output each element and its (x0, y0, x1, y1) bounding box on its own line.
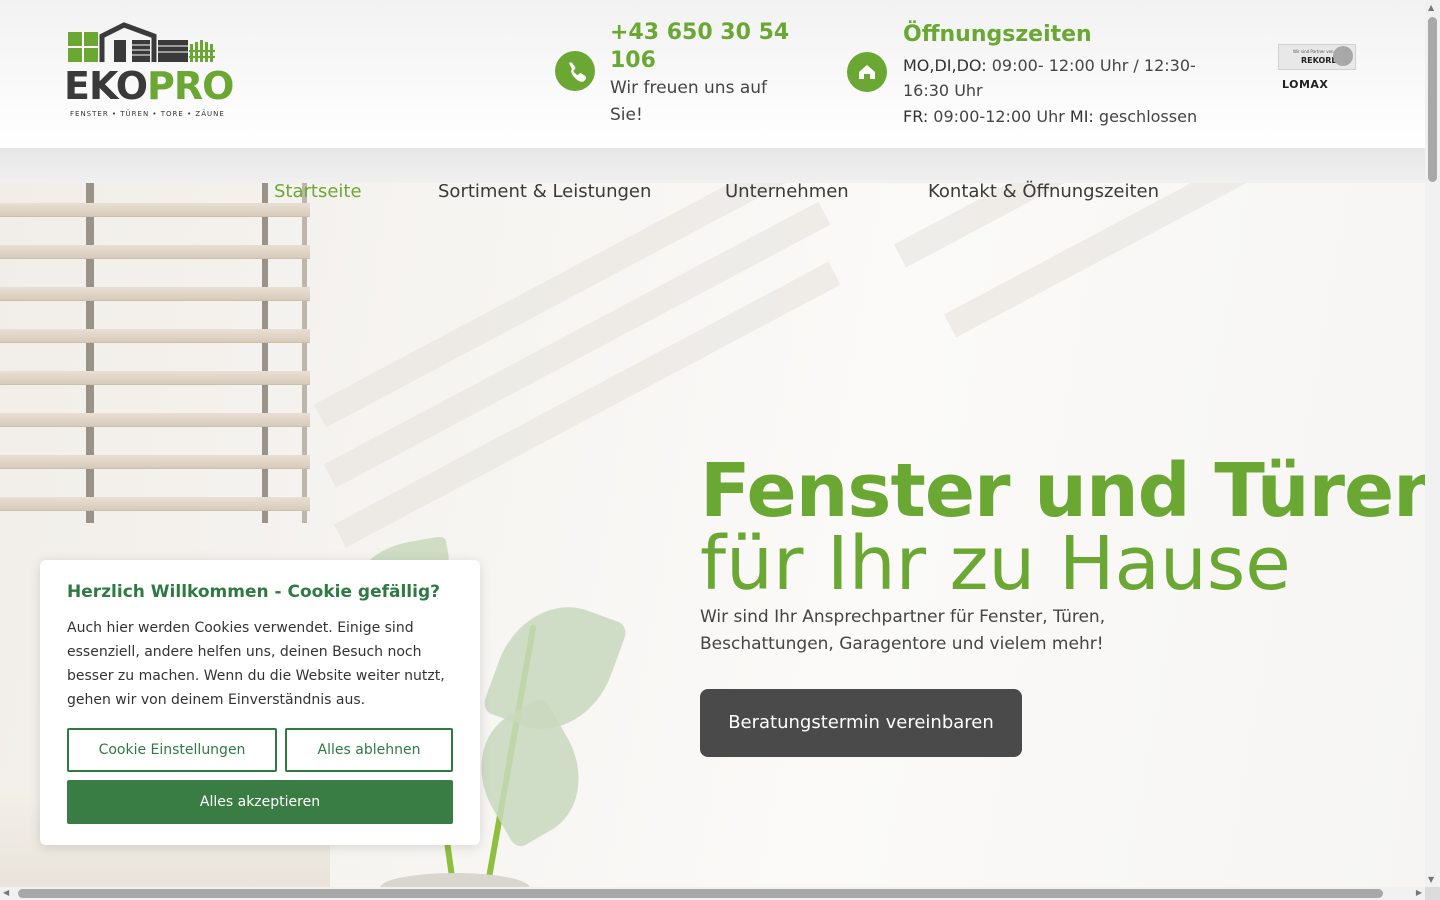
nav-item-sortiment[interactable]: Sortiment & Leistungen (438, 181, 651, 203)
nav-item-unternehmen[interactable]: Unternehmen (725, 181, 849, 203)
hours-value-3: geschlossen (1093, 107, 1198, 126)
main-navigation (0, 148, 1425, 183)
opening-hours-line-1: MO,DI,DO: 09:00- 12:00 Uhr / 12:30-16:30… (903, 53, 1203, 103)
reject-all-button[interactable]: Alles ablehnen (285, 728, 453, 772)
blind-slat (0, 497, 310, 511)
blind-slat (0, 203, 310, 217)
cookie-banner-text: Auch hier werden Cookies verwendet. Eini… (67, 620, 445, 708)
phone-number-link[interactable]: +43 650 30 54 106 (610, 19, 800, 75)
vertical-scroll-thumb[interactable] (1428, 17, 1437, 182)
hero-title: Fenster und Türen (700, 448, 1425, 534)
home-glyph-icon (859, 65, 875, 79)
blind-slat (0, 371, 310, 385)
scroll-left-arrow-icon[interactable]: ◀ (3, 888, 9, 897)
horizontal-scroll-thumb[interactable] (18, 889, 1383, 898)
hero-description: Wir sind Ihr Ansprechpartner für Fenster… (700, 607, 1106, 654)
phone-glyph-icon (569, 62, 587, 82)
nav-item-kontakt[interactable]: Kontakt & Öffnungszeiten (928, 181, 1159, 203)
hours-days-label-2: FR: (903, 107, 929, 126)
nav-item-startseite[interactable]: Startseite (274, 181, 362, 203)
plant-pot (380, 873, 530, 887)
blind-frame-left (86, 183, 94, 523)
opening-hours-title: Öffnungszeiten (903, 22, 1092, 47)
hero-subtitle: für Ihr zu Hause (700, 521, 1291, 607)
rekord-partner-logo[interactable]: Wir sind Partner von REKORD (1278, 44, 1356, 70)
consultation-button[interactable]: Beratungstermin vereinbaren (700, 689, 1022, 757)
horizontal-scrollbar[interactable]: ◀ ▶ (0, 887, 1425, 900)
light-shadow-stripe (323, 201, 831, 488)
home-icon (847, 52, 887, 92)
scrollbar-corner (1425, 887, 1440, 900)
light-shadow-stripe (313, 183, 786, 428)
hours-value-2: 09:00-12:00 Uhr (928, 107, 1070, 126)
ekopro-logo[interactable]: EKOPRO FENSTER • TÜREN • TORE • ZÄUNE (62, 22, 234, 122)
hours-days-label-1: MO,DI,DO: (903, 56, 987, 75)
logo-wordmark: EKOPRO (64, 64, 234, 108)
logo-tagline: FENSTER • TÜREN • TORE • ZÄUNE (70, 110, 225, 118)
blind-frame-right (262, 183, 268, 523)
lomax-partner-logo[interactable]: LOMAX (1282, 78, 1328, 91)
blind-slat (0, 287, 310, 301)
premium-seal-icon (1333, 46, 1353, 66)
accept-all-button[interactable]: Alles akzeptieren (67, 780, 453, 824)
phone-subtitle: Wir freuen uns auf Sie! (610, 78, 768, 125)
scroll-right-arrow-icon[interactable]: ▶ (1416, 888, 1422, 897)
site-header: EKOPRO FENSTER • TÜREN • TORE • ZÄUNE +4… (0, 0, 1425, 148)
logo-eko: EKO (64, 64, 148, 108)
hours-days-label-3: MI: (1069, 107, 1094, 126)
blind-slat (0, 329, 310, 343)
vertical-scrollbar[interactable]: ▲ ▼ (1425, 0, 1440, 887)
blind-slat (0, 413, 310, 427)
scroll-down-arrow-icon[interactable]: ▼ (1428, 875, 1434, 884)
cookie-settings-button[interactable]: Cookie Einstellungen (67, 728, 277, 772)
logo-pro: PRO (147, 64, 234, 108)
cookie-consent-banner: Herzlich Willkommen - Cookie gefällig? A… (40, 560, 480, 845)
rekord-partner-caption: Wir sind Partner von (1293, 49, 1334, 54)
cookie-banner-title: Herzlich Willkommen - Cookie gefällig? (67, 582, 440, 602)
opening-hours-line-2: FR: 09:00-12:00 Uhr MI: geschlossen (903, 104, 1223, 129)
window-frame (302, 183, 307, 523)
phone-icon[interactable] (555, 51, 595, 91)
blind-slat (0, 455, 310, 469)
blind-slat (0, 245, 310, 259)
scroll-up-arrow-icon[interactable]: ▲ (1428, 3, 1434, 12)
house-logo-icon (68, 22, 215, 62)
